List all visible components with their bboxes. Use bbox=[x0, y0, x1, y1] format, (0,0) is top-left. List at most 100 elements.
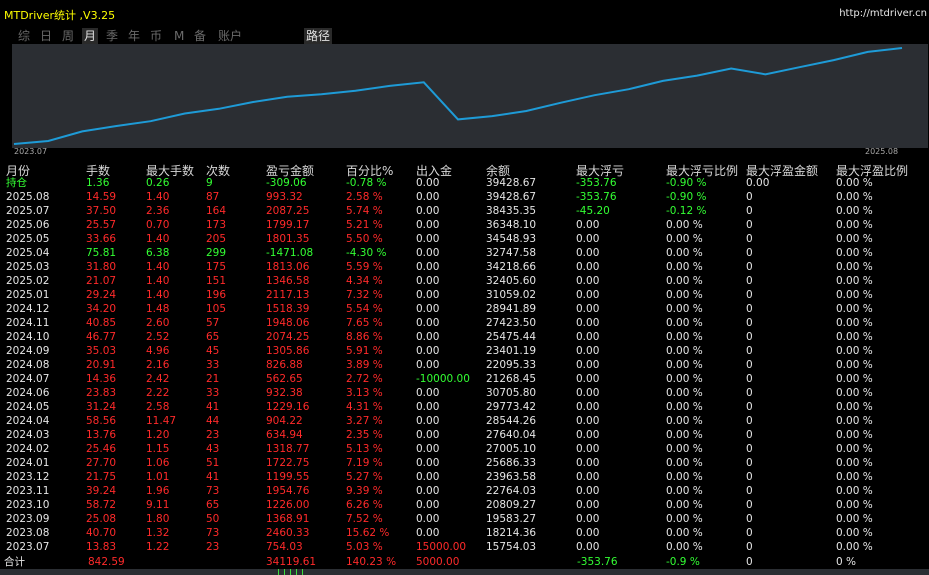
table-row[interactable]: 2023.08 40.70 1.32 73 2460.33 15.62 % 0.00 1821… bbox=[0, 526, 929, 540]
cell-max-float-profit: 0 bbox=[746, 541, 753, 553]
cell-balance: 28544.26 bbox=[486, 415, 537, 427]
table-row[interactable]: 2024.07 14.36 2.42 21 562.65 2.72 % -10000.00 2… bbox=[0, 372, 929, 386]
cell-pnl: 1801.35 bbox=[266, 233, 310, 245]
bottom-strip bbox=[0, 569, 929, 575]
tab-2[interactable]: 周 bbox=[60, 28, 76, 45]
cell-max-float-loss-pct: 0.00 % bbox=[666, 261, 703, 273]
cell-max-float-profit-pct: 0.00 % bbox=[836, 275, 873, 287]
table-row[interactable]: 2025.03 31.80 1.40 175 1813.06 5.59 % 0.00 3421… bbox=[0, 260, 929, 274]
cell-max-float-loss: 0.00 bbox=[576, 527, 600, 539]
total-max-float-loss-pct: -0.9 % bbox=[666, 556, 700, 568]
cell-count: 65 bbox=[206, 331, 220, 343]
total-flow: 5000.00 bbox=[416, 556, 460, 568]
table-row[interactable]: 2024.05 31.24 2.58 41 1229.16 4.31 % 0.00 29773… bbox=[0, 400, 929, 414]
tab-1[interactable]: 日 bbox=[38, 28, 54, 45]
cell-balance: 34548.93 bbox=[486, 233, 537, 245]
cell-flow: 0.00 bbox=[416, 261, 440, 273]
table-row[interactable]: 持仓 1.36 0.26 9 -309.06 -0.78 % 0.00 39428.67 -35… bbox=[0, 176, 929, 190]
cell-max-float-profit-pct: 0.00 % bbox=[836, 415, 873, 427]
cell-max-float-profit-pct: 0.00 % bbox=[836, 499, 873, 511]
table-row[interactable]: 2024.08 20.91 2.16 33 826.88 3.89 % 0.00 22095.… bbox=[0, 358, 929, 372]
table-row[interactable]: 2024.06 23.83 2.22 33 932.38 3.13 % 0.00 30705.… bbox=[0, 386, 929, 400]
table-row[interactable]: 2023.10 58.72 9.11 65 1226.00 6.26 % 0.00 20809… bbox=[0, 498, 929, 512]
table-row[interactable]: 2024.12 34.20 1.48 105 1518.39 5.54 % 0.00 2894… bbox=[0, 302, 929, 316]
cell-pnl: 1318.77 bbox=[266, 443, 310, 455]
cell-balance: 28941.89 bbox=[486, 303, 537, 315]
table-row[interactable]: 2024.11 40.85 2.60 57 1948.06 7.65 % 0.00 27423… bbox=[0, 316, 929, 330]
table-row[interactable]: 2024.04 58.56 11.47 44 904.22 3.27 % 0.00 28544… bbox=[0, 414, 929, 428]
cell-month: 2025.08 bbox=[6, 191, 50, 203]
cell-max-float-loss: 0.00 bbox=[576, 401, 600, 413]
table-row[interactable]: 2025.05 33.66 1.40 205 1801.35 5.50 % 0.00 3454… bbox=[0, 232, 929, 246]
cell-max-float-profit: 0 bbox=[746, 527, 753, 539]
cell-max-float-loss-pct: 0.00 % bbox=[666, 345, 703, 357]
table-row[interactable]: 2023.09 25.08 1.80 50 1368.91 7.52 % 0.00 19583… bbox=[0, 512, 929, 526]
cell-lots: 46.77 bbox=[86, 331, 117, 343]
cell-max-float-profit-pct: 0.00 % bbox=[836, 359, 873, 371]
table-row[interactable]: 2024.09 35.03 4.96 45 1305.86 5.91 % 0.00 23401… bbox=[0, 344, 929, 358]
table-row[interactable]: 2023.12 21.75 1.01 41 1199.55 5.27 % 0.00 23963… bbox=[0, 470, 929, 484]
site-link[interactable]: http://mtdriver.cn bbox=[839, 8, 927, 19]
cell-max-float-loss: 0.00 bbox=[576, 233, 600, 245]
cell-pct: 6.26 % bbox=[346, 499, 383, 511]
cell-max-float-loss-pct: 0.00 % bbox=[666, 457, 703, 469]
cell-flow: 0.00 bbox=[416, 247, 440, 259]
cell-month: 2024.01 bbox=[6, 457, 50, 469]
cell-max-float-profit-pct: 0.00 % bbox=[836, 247, 873, 259]
table-row[interactable]: 2024.02 25.46 1.15 43 1318.77 5.13 % 0.00 27005… bbox=[0, 442, 929, 456]
cell-count: 173 bbox=[206, 219, 227, 231]
table-row[interactable]: 2025.02 21.07 1.40 151 1346.58 4.34 % 0.00 3240… bbox=[0, 274, 929, 288]
cell-pct: 4.31 % bbox=[346, 401, 383, 413]
cell-max-float-profit: 0 bbox=[746, 191, 753, 203]
table-row[interactable]: 2025.04 75.81 6.38 299 -1471.08 -4.30 % 0.00 32… bbox=[0, 246, 929, 260]
cell-pnl: 826.88 bbox=[266, 359, 303, 371]
tab-9[interactable]: 账户 bbox=[216, 28, 244, 45]
cell-count: 44 bbox=[206, 415, 220, 427]
table-row[interactable]: 2024.03 13.76 1.20 23 634.94 2.35 % 0.00 27640.… bbox=[0, 428, 929, 442]
cell-max-float-profit: 0 bbox=[746, 205, 753, 217]
cell-balance: 15754.03 bbox=[486, 541, 537, 553]
table-row[interactable]: 2024.10 46.77 2.52 65 2074.25 8.86 % 0.00 25475… bbox=[0, 330, 929, 344]
table-row[interactable]: 2025.06 25.57 0.70 173 1799.17 5.21 % 0.00 3634… bbox=[0, 218, 929, 232]
cell-pct: 5.13 % bbox=[346, 443, 383, 455]
table-row[interactable]: 2025.07 37.50 2.36 164 2087.25 5.74 % 0.00 3843… bbox=[0, 204, 929, 218]
cell-max-float-profit-pct: 0.00 % bbox=[836, 191, 873, 203]
cell-flow: 0.00 bbox=[416, 471, 440, 483]
cell-max-float-profit-pct: 0.00 % bbox=[836, 205, 873, 217]
cell-flow: 0.00 bbox=[416, 177, 440, 189]
cell-max-lots: 1.40 bbox=[146, 275, 170, 287]
cell-max-float-loss-pct: 0.00 % bbox=[666, 233, 703, 245]
cell-max-lots: 0.26 bbox=[146, 177, 170, 189]
cell-max-float-loss-pct: 0.00 % bbox=[666, 303, 703, 315]
tab-5[interactable]: 年 bbox=[126, 28, 142, 45]
tab-0[interactable]: 综 bbox=[16, 28, 32, 45]
cell-max-float-loss: -353.76 bbox=[576, 191, 617, 203]
cell-max-float-loss: 0.00 bbox=[576, 415, 600, 427]
table-row[interactable]: 2024.01 27.70 1.06 51 1722.75 7.19 % 0.00 25686… bbox=[0, 456, 929, 470]
tab-8[interactable]: 备 bbox=[192, 28, 208, 45]
cell-pnl: 993.32 bbox=[266, 191, 303, 203]
tab-7[interactable]: M bbox=[172, 28, 186, 45]
cell-max-float-profit-pct: 0.00 % bbox=[836, 331, 873, 343]
tab-3[interactable]: 月 bbox=[82, 28, 99, 45]
table-row[interactable]: 2023.11 39.24 1.96 73 1954.76 9.39 % 0.00 22764… bbox=[0, 484, 929, 498]
cell-max-float-profit-pct: 0.00 % bbox=[836, 233, 873, 245]
cell-count: 33 bbox=[206, 387, 220, 399]
cell-month: 2024.11 bbox=[6, 317, 50, 329]
cell-flow: 0.00 bbox=[416, 527, 440, 539]
tab-6[interactable]: 币 bbox=[148, 28, 164, 45]
cell-pct: 7.32 % bbox=[346, 289, 383, 301]
cell-balance: 23963.58 bbox=[486, 471, 537, 483]
tab-10[interactable]: 路径 bbox=[304, 28, 333, 45]
cell-max-float-profit-pct: 0.00 % bbox=[836, 471, 873, 483]
table-row[interactable]: 2023.07 13.83 1.22 23 754.03 5.03 % 15000.00 15… bbox=[0, 540, 929, 554]
cell-month: 2024.10 bbox=[6, 331, 50, 343]
table-row[interactable]: 2025.01 29.24 1.40 196 2117.13 7.32 % 0.00 3105… bbox=[0, 288, 929, 302]
table-row[interactable]: 2025.08 14.59 1.40 87 993.32 2.58 % 0.00 39428.… bbox=[0, 190, 929, 204]
cell-pnl: 1346.58 bbox=[266, 275, 310, 287]
cell-max-float-profit: 0 bbox=[746, 289, 753, 301]
cell-max-float-loss-pct: 0.00 % bbox=[666, 541, 703, 553]
cell-max-float-profit-pct: 0.00 % bbox=[836, 485, 873, 497]
cell-month: 2024.09 bbox=[6, 345, 50, 357]
tab-4[interactable]: 季 bbox=[104, 28, 120, 45]
